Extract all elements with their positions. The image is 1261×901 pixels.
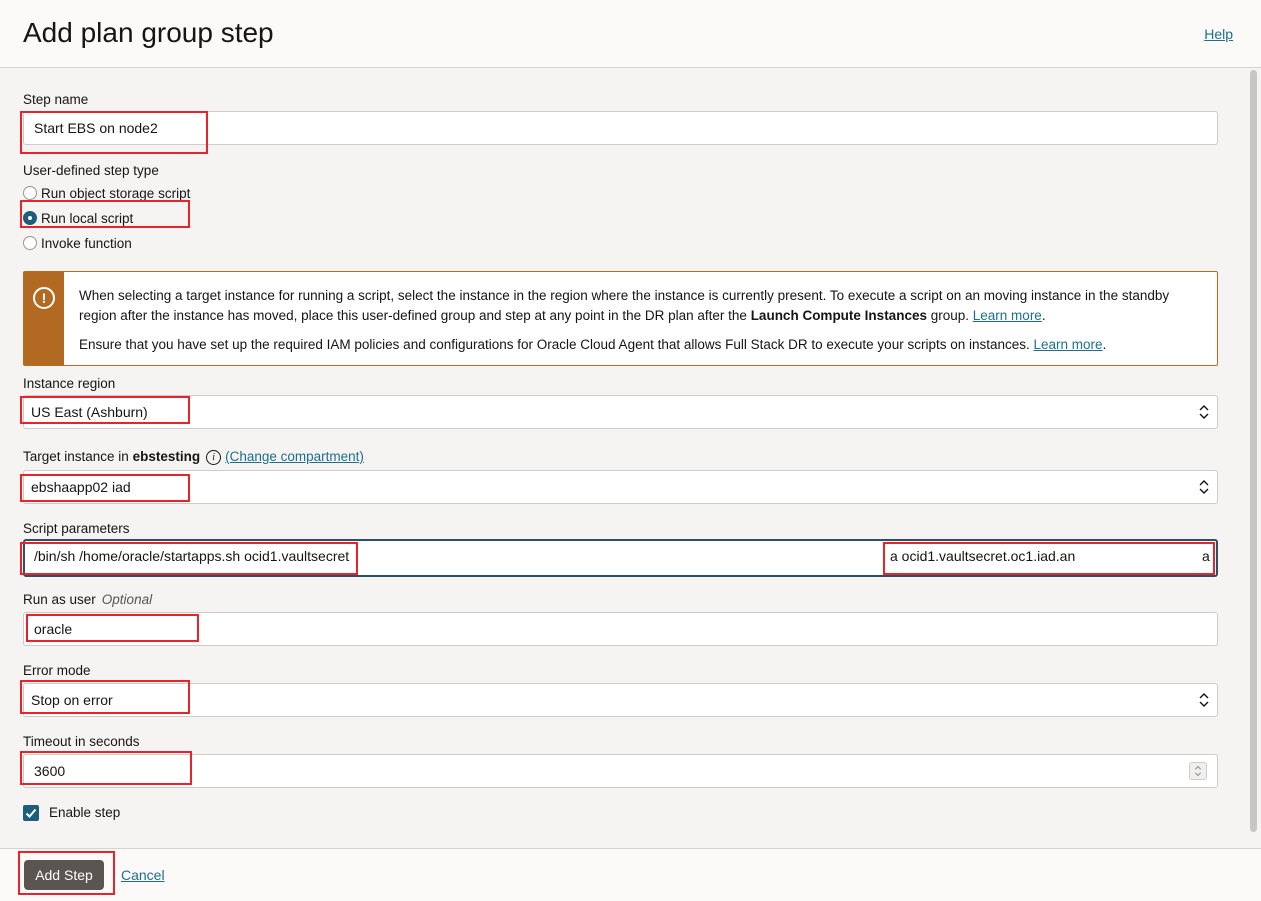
error-mode-select[interactable]: Stop on error: [23, 683, 1218, 717]
script-parameters-input[interactable]: /bin/sh /home/oracle/startapps.sh ocid1.…: [23, 539, 1218, 577]
step-type-label: User-defined step type: [23, 163, 159, 178]
step-name-label: Step name: [23, 92, 89, 107]
help-link[interactable]: Help: [1204, 26, 1233, 42]
radio-label: Run local script: [41, 210, 134, 226]
scrollbar[interactable]: [1249, 68, 1259, 848]
add-step-button[interactable]: Add Step: [24, 860, 104, 890]
error-mode-label: Error mode: [23, 663, 91, 678]
radio-label: Run object storage script: [41, 185, 191, 201]
target-instance-label: Target instance in ebstesting i (Change co…: [23, 449, 364, 465]
page-title: Add plan group step: [23, 17, 274, 48]
redacted-region: [358, 542, 888, 574]
radio-local-script[interactable]: Run local script: [23, 209, 133, 227]
radio-checked-icon[interactable]: [23, 211, 37, 225]
run-as-user-label: Run as user Optional: [23, 592, 152, 607]
timeout-value: 3600: [34, 763, 66, 779]
target-instance-value: ebshaapp02 iad: [31, 479, 131, 495]
step-name-input[interactable]: Start EBS on node2: [23, 111, 1218, 145]
instance-region-label: Instance region: [23, 376, 116, 391]
alert-text: When selecting a target instance for run…: [79, 286, 1204, 365]
script-parameters-text-2: a ocid1.vaultsecret.oc1.iad.an: [890, 548, 1076, 564]
select-chevron-icon: [1199, 693, 1209, 707]
select-chevron-icon: [1199, 480, 1209, 494]
cancel-link[interactable]: Cancel: [121, 867, 165, 883]
alert-text-2: Ensure that you have set up the required…: [79, 337, 1030, 352]
change-compartment-link[interactable]: (Change compartment): [225, 449, 364, 464]
select-chevron-icon: [1199, 405, 1209, 419]
panel-header: Add plan group step Help: [0, 0, 1261, 68]
alert-paragraph-2: Ensure that you have set up the required…: [79, 335, 1204, 355]
instance-region-select[interactable]: US East (Ashburn): [23, 395, 1218, 429]
radio-label: Invoke function: [41, 235, 132, 251]
target-instance-select[interactable]: ebshaapp02 iad: [23, 470, 1218, 504]
scrollbar-thumb[interactable]: [1250, 70, 1257, 832]
radio-unchecked-icon[interactable]: [23, 236, 37, 250]
script-parameters-text-1: /bin/sh /home/oracle/startapps.sh ocid1.…: [34, 548, 350, 564]
target-instance-label-text: Target instance in: [23, 449, 129, 464]
stepper-icon[interactable]: [1189, 762, 1207, 780]
script-parameters-text-3: a: [1202, 548, 1210, 564]
enable-step-checkbox[interactable]: [23, 805, 39, 821]
radio-object-storage-script[interactable]: Run object storage script: [23, 184, 190, 202]
alert-period: .: [1102, 337, 1107, 352]
timeout-label: Timeout in seconds: [23, 734, 140, 749]
enable-step-label: Enable step: [49, 805, 121, 820]
radio-unchecked-icon[interactable]: [23, 186, 37, 200]
learn-more-link-2[interactable]: Learn more: [1034, 337, 1103, 352]
warning-alert: ! When selecting a target instance for r…: [23, 271, 1218, 366]
alert-bar: !: [24, 272, 64, 365]
learn-more-link-1[interactable]: Learn more: [973, 308, 1042, 323]
alert-bold-text: Launch Compute Instances: [750, 307, 927, 323]
script-parameters-label: Script parameters: [23, 521, 130, 536]
panel-footer: [0, 848, 1261, 901]
run-as-user-input[interactable]: oracle: [23, 612, 1218, 646]
run-as-user-label-text: Run as user: [23, 592, 96, 607]
checkmark-icon: [25, 808, 37, 818]
optional-tag: Optional: [101, 592, 153, 607]
compartment-name: ebstesting: [132, 449, 201, 464]
info-icon[interactable]: i: [206, 450, 222, 465]
error-mode-value: Stop on error: [31, 692, 113, 708]
radio-invoke-function[interactable]: Invoke function: [23, 234, 132, 252]
instance-region-value: US East (Ashburn): [31, 404, 148, 420]
timeout-input[interactable]: 3600: [23, 754, 1218, 788]
alert-period: .: [1041, 307, 1046, 323]
alert-text-1b: group.: [930, 307, 970, 323]
alert-paragraph-1: When selecting a target instance for run…: [79, 286, 1204, 325]
warning-icon: !: [33, 287, 55, 309]
